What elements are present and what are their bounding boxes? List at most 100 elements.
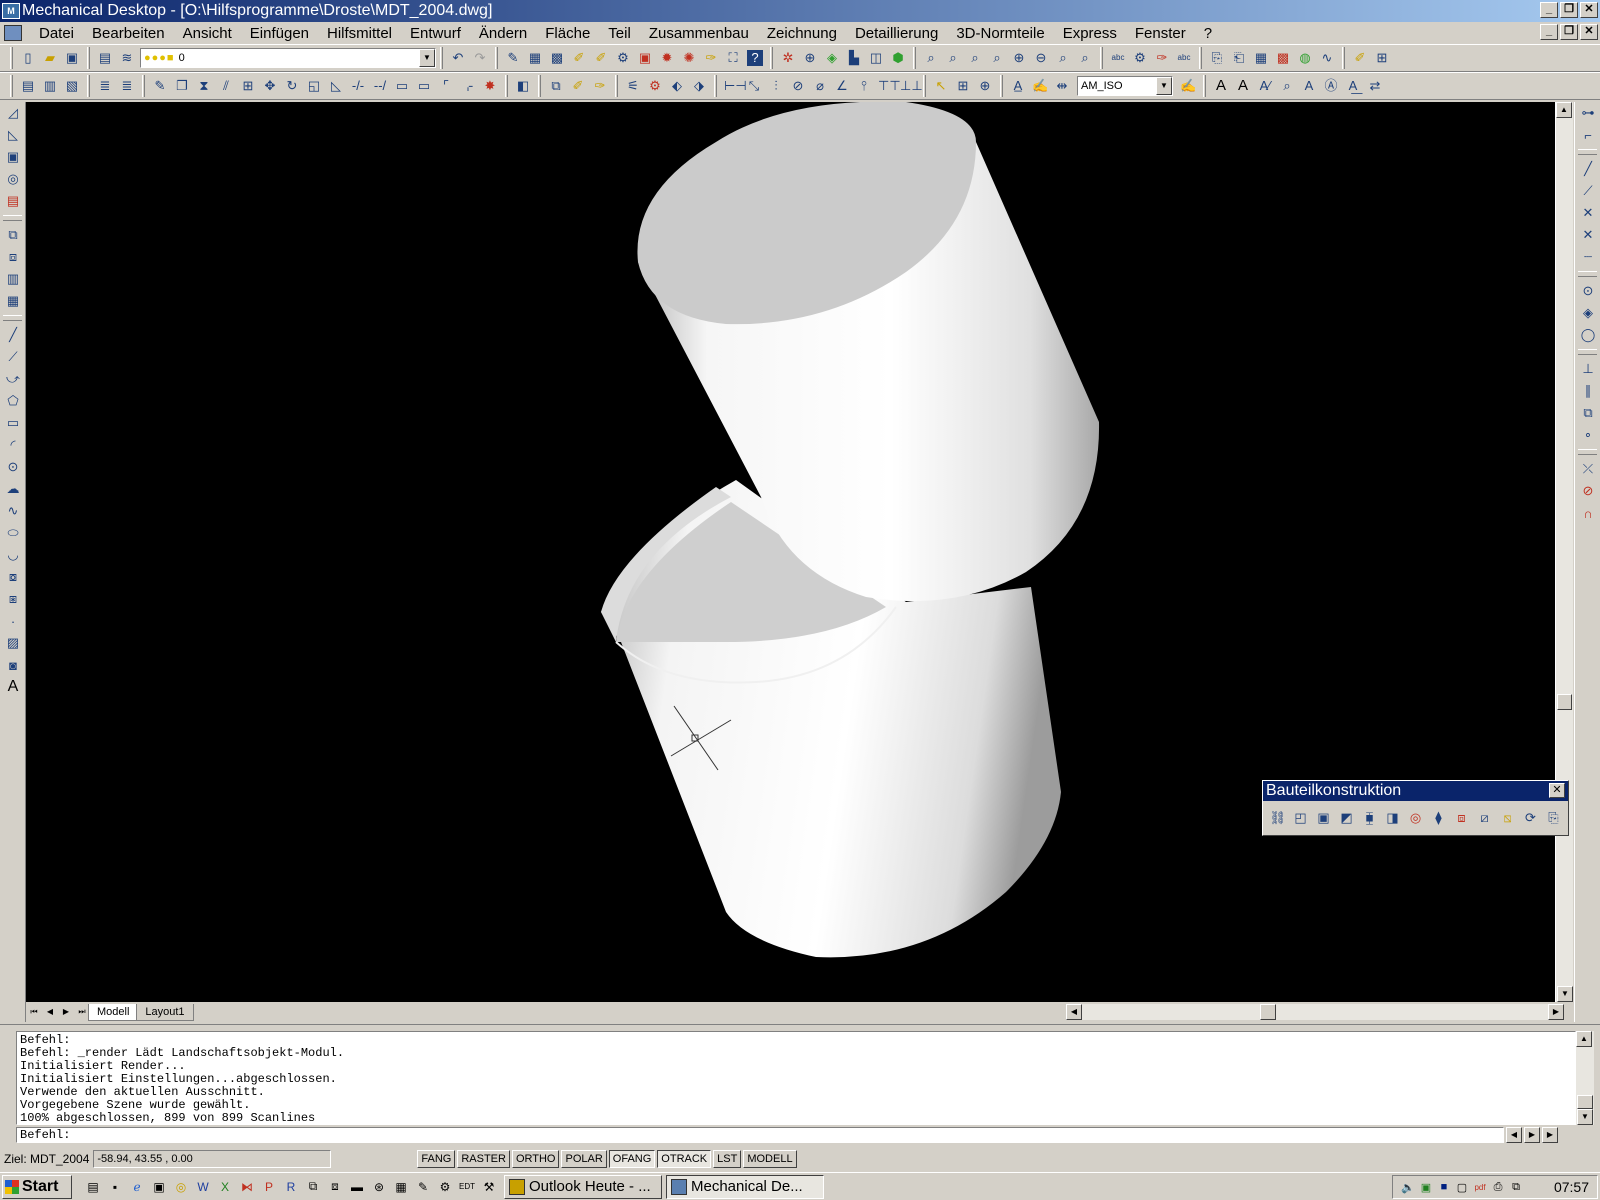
construction-line-icon[interactable]: ⟋ — [1, 346, 25, 368]
snap-center-icon[interactable]: ⊙ — [1576, 280, 1600, 302]
horizontal-scroll-thumb[interactable] — [1260, 1004, 1276, 1020]
text-style-icon[interactable]: ✑ — [1151, 47, 1173, 69]
document-icon[interactable] — [4, 25, 22, 41]
scale-icon[interactable]: ◱ — [303, 75, 325, 97]
menu-bearbeiten[interactable]: Bearbeiten — [83, 25, 174, 42]
trim-icon[interactable]: -/- — [347, 75, 369, 97]
ordinate-dimension-icon[interactable]: ⫶ — [765, 75, 787, 97]
extrude-icon[interactable]: ▣ — [1, 146, 25, 168]
sheet-set-icon[interactable]: ✐ — [590, 47, 612, 69]
osnap-toggle[interactable]: OFANG — [608, 1150, 656, 1168]
restore-button[interactable]: ❐ — [1560, 2, 1578, 18]
temp-track-icon[interactable]: ⊶ — [1576, 102, 1600, 124]
move-icon[interactable]: ✥ — [259, 75, 281, 97]
menu-flaeche[interactable]: Fläche — [536, 25, 599, 42]
text-icon[interactable]: A — [1, 676, 25, 698]
revolve-icon[interactable]: ◎ — [1, 168, 25, 190]
fillet-icon[interactable]: ⌌ — [457, 75, 479, 97]
layer-isolate-icon[interactable]: ≣ — [116, 75, 138, 97]
messenger-icon[interactable]: ⧈ — [324, 1176, 346, 1198]
help-center-icon[interactable]: ⊛ — [368, 1176, 390, 1198]
zoom-in-icon[interactable]: ⊕ — [1008, 47, 1030, 69]
redo-icon[interactable]: ↷ — [469, 47, 491, 69]
task-mechanical-desktop[interactable]: Mechanical De... — [666, 1174, 824, 1199]
dimension-update-icon[interactable]: ⇹ — [1051, 75, 1073, 97]
zoom-window-icon[interactable]: ⌕ — [942, 47, 964, 69]
part-clipboard-icon[interactable]: ⎘ — [1542, 807, 1565, 829]
menu-einfuegen[interactable]: Einfügen — [241, 25, 318, 42]
powerpoint-icon[interactable]: P — [258, 1176, 280, 1198]
snap-toggle[interactable]: FANG — [417, 1150, 456, 1168]
layer-states-icon[interactable]: ≋ — [116, 47, 138, 69]
quick-dimension-icon[interactable]: ⫯ — [853, 75, 875, 97]
tool-palette-icon[interactable]: ✐ — [568, 47, 590, 69]
snap-node-icon[interactable]: ∘ — [1576, 424, 1600, 446]
toolbar-grip[interactable] — [10, 75, 13, 97]
text-edit-tool-icon[interactable]: A⁄ — [1254, 75, 1276, 97]
offset-icon[interactable]: ⫽ — [215, 75, 237, 97]
snap-midpoint-icon[interactable]: ⟋ — [1576, 180, 1600, 202]
edit-polyline-icon[interactable]: ⧉ — [545, 75, 567, 97]
bom-icon[interactable]: ◫ — [865, 47, 887, 69]
part-profile-icon[interactable]: ▣ — [1312, 807, 1335, 829]
single-line-text-icon[interactable]: A — [1232, 75, 1254, 97]
grid-toggle[interactable]: RASTER — [457, 1150, 510, 1168]
explorer-icon[interactable]: ⧉ — [302, 1176, 324, 1198]
hide-icon[interactable]: ▦ — [1250, 47, 1272, 69]
snap-extension-icon[interactable]: ┈ — [1576, 246, 1600, 268]
menu-teil[interactable]: Teil — [599, 25, 640, 42]
erase-icon[interactable]: ✎ — [149, 75, 171, 97]
monitor-tray-icon[interactable]: ▢ — [1453, 1179, 1471, 1195]
layout-icon[interactable]: ⎘ — [1206, 47, 1228, 69]
spline-icon[interactable]: ∿ — [1, 500, 25, 522]
scroll-left-icon[interactable]: ◀ — [1066, 1004, 1082, 1020]
volume-icon[interactable]: 🔈 — [1399, 1179, 1417, 1195]
tab-modell[interactable]: Modell — [88, 1003, 139, 1021]
next-tab-icon[interactable]: ▶ — [58, 1004, 74, 1020]
markup-icon[interactable]: ⚙ — [612, 47, 634, 69]
menu-help[interactable]: ? — [1195, 25, 1221, 42]
snap-parallel-icon[interactable]: ∥ — [1576, 380, 1600, 402]
assembly-icon[interactable]: ✲ — [777, 47, 799, 69]
snap-perpendicular-icon[interactable]: ⊥ — [1576, 358, 1600, 380]
calculator-icon[interactable]: ▣ — [634, 47, 656, 69]
coordinate-display[interactable]: -58.94, 43.55 , 0.00 — [93, 1150, 332, 1168]
help-icon[interactable]: ? — [744, 47, 766, 69]
xref-edit-icon[interactable]: ⬗ — [688, 75, 710, 97]
snap-nearest-icon[interactable]: ⤫ — [1576, 458, 1600, 480]
pen-icon[interactable]: ✐ — [1349, 47, 1371, 69]
leader-icon[interactable]: ↖ — [930, 75, 952, 97]
revision-cloud-icon[interactable]: ☁ — [1, 478, 25, 500]
part-fillet-icon[interactable]: ⧫ — [1427, 807, 1450, 829]
menu-zeichnung[interactable]: Zeichnung — [758, 25, 846, 42]
ellipse-icon[interactable]: ⬭ — [1, 522, 25, 544]
menu-aendern[interactable]: Ändern — [470, 25, 536, 42]
edit-spline-icon[interactable]: ✐ — [567, 75, 589, 97]
block-edit-icon[interactable]: ⬖ — [666, 75, 688, 97]
part-workplane-icon[interactable]: ⧄ — [1473, 807, 1496, 829]
work-plane-icon[interactable]: ▥ — [1, 268, 25, 290]
tolerance-icon[interactable]: ⊞ — [952, 75, 974, 97]
snap-apparent-intersection-icon[interactable]: ✕ — [1576, 224, 1600, 246]
r-app-icon[interactable]: R — [280, 1176, 302, 1198]
render-icon[interactable]: ✹ — [656, 47, 678, 69]
scroll-down-icon[interactable]: ▼ — [1577, 1109, 1593, 1125]
angular-dimension-icon[interactable]: ∠ — [831, 75, 853, 97]
properties-icon[interactable]: ▦ — [524, 47, 546, 69]
menu-zusammenbau[interactable]: Zusammenbau — [640, 25, 758, 42]
text-style-tool-icon[interactable]: A — [1298, 75, 1320, 97]
part-revolve-icon[interactable]: ◨ — [1381, 807, 1404, 829]
lineweight-toggle[interactable]: LST — [713, 1150, 742, 1168]
doc-restore-button[interactable]: ❐ — [1560, 24, 1578, 40]
zoom-out-icon[interactable]: ⊖ — [1030, 47, 1052, 69]
snap-tangent-icon[interactable]: ◯ — [1576, 324, 1600, 346]
excel-icon[interactable]: X — [214, 1176, 236, 1198]
zoom-all-icon[interactable]: ⌕ — [1052, 47, 1074, 69]
scroll-right-icon[interactable]: ▶ — [1524, 1127, 1540, 1143]
layer-off-icon[interactable]: ▧ — [61, 75, 83, 97]
settings-icon[interactable]: ⚙ — [434, 1176, 456, 1198]
copy-icon[interactable]: ❐ — [171, 75, 193, 97]
circle-icon[interactable]: ⊙ — [1, 456, 25, 478]
array-icon[interactable]: ⊞ — [237, 75, 259, 97]
prev-tab-icon[interactable]: ◀ — [42, 1004, 58, 1020]
